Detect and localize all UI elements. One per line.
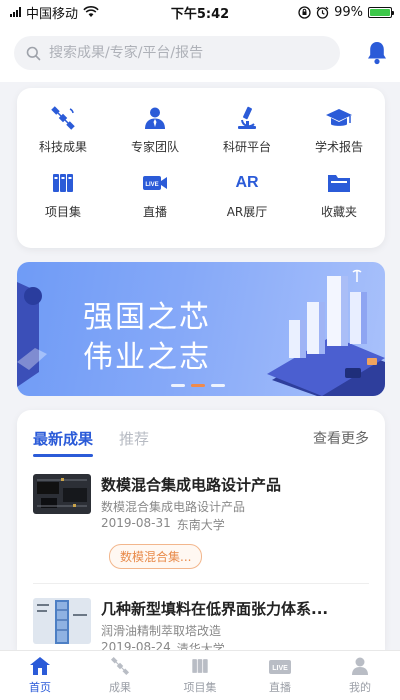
menu-item-live[interactable]: LIVE 直播 bbox=[109, 169, 201, 220]
list-item[interactable]: 数模混合集成电路设计产品 数模混合集成电路设计产品 2019-08-31 东南大… bbox=[33, 472, 369, 584]
graduation-cap-icon bbox=[325, 104, 353, 132]
alarm-icon bbox=[316, 6, 329, 19]
menu-item-label: 收藏夹 bbox=[320, 205, 357, 219]
ar-icon: AR bbox=[235, 174, 259, 191]
tabbar-label: 首页 bbox=[29, 681, 51, 694]
tabbar-label: 直播 bbox=[269, 681, 291, 694]
user-icon bbox=[352, 657, 368, 675]
status-bar: 中国移动 下午5:42 99% bbox=[0, 0, 400, 24]
list-item[interactable]: 几种新型填料在低界面张力体系... 润滑油精制萃取塔改造 2019-08-24 … bbox=[33, 596, 369, 650]
search-icon bbox=[26, 46, 41, 60]
expert-icon bbox=[141, 104, 169, 132]
tabbar-item-projects[interactable]: 项目集 bbox=[160, 651, 240, 700]
signal-icon bbox=[10, 7, 21, 17]
item-meta: 2019-08-31 东南大学 bbox=[101, 516, 225, 533]
tabbar-item-home[interactable]: 首页 bbox=[0, 651, 80, 700]
battery-icon bbox=[368, 6, 394, 18]
banner-line-1: 强国之芯 bbox=[83, 300, 211, 335]
orientation-lock-icon bbox=[298, 5, 311, 19]
item-meta: 2019-08-24 清华大学 bbox=[101, 640, 225, 650]
item-title: 数模混合集成电路设计产品 bbox=[101, 476, 282, 494]
search-input[interactable] bbox=[49, 45, 329, 61]
tabbar-label: 项目集 bbox=[183, 681, 217, 694]
item-tag[interactable]: 数模混合集... bbox=[109, 544, 203, 569]
tabbar-item-live[interactable]: LIVE 直播 bbox=[240, 651, 320, 700]
menu-item-label: 直播 bbox=[142, 205, 167, 219]
svg-text:LIVE: LIVE bbox=[145, 182, 158, 188]
item-subtitle: 数模混合集成电路设计产品 bbox=[101, 500, 246, 514]
carousel-dot[interactable] bbox=[211, 384, 225, 387]
binders-icon bbox=[192, 659, 208, 673]
menu-item-label: 项目集 bbox=[44, 205, 81, 219]
header bbox=[0, 24, 400, 82]
banner-line-2: 伟业之志 bbox=[83, 340, 211, 375]
carousel-indicator bbox=[171, 384, 225, 387]
item-subtitle: 润滑油精制萃取塔改造 bbox=[101, 624, 222, 638]
wifi-icon bbox=[83, 6, 99, 17]
tabbar-label: 我的 bbox=[349, 681, 371, 694]
menu-item-favorites[interactable]: 收藏夹 bbox=[293, 169, 385, 220]
live-camera-icon: LIVE bbox=[141, 169, 169, 197]
tabbar-label: 成果 bbox=[109, 681, 131, 694]
folder-icon bbox=[325, 169, 353, 197]
microscope-icon bbox=[233, 104, 261, 132]
menu-item-ar-hall[interactable]: AR AR展厅 bbox=[201, 169, 293, 220]
menu-item-label: 科研平台 bbox=[222, 140, 271, 154]
carousel-dot[interactable] bbox=[171, 384, 185, 387]
svg-text:LIVE: LIVE bbox=[272, 665, 288, 672]
tab-latest-results[interactable]: 最新成果 bbox=[33, 428, 94, 457]
search-bar[interactable] bbox=[14, 36, 340, 70]
satellite-icon bbox=[49, 104, 77, 132]
tab-recommended[interactable]: 推荐 bbox=[119, 428, 149, 457]
menu-item-project-collection[interactable]: 项目集 bbox=[17, 169, 109, 220]
home-icon bbox=[30, 657, 50, 675]
menu-item-expert-team[interactable]: 专家团队 bbox=[109, 104, 201, 155]
menu-item-label: 专家团队 bbox=[130, 140, 179, 154]
results-feed-card: 最新成果 推荐 查看更多 数模混合集成电路设计产品 数模混合集成电路设计产品 2… bbox=[17, 410, 385, 650]
menu-item-label: 科技成果 bbox=[38, 140, 87, 154]
item-date: 2019-08-31 bbox=[101, 516, 171, 530]
menu-item-label: AR展厅 bbox=[226, 205, 268, 219]
item-org: 清华大学 bbox=[176, 642, 225, 650]
item-org: 东南大学 bbox=[176, 518, 225, 532]
satellite-icon bbox=[110, 656, 130, 676]
item-thumbnail bbox=[33, 474, 91, 514]
quick-menu-grid: 科技成果 专家团队 科研平台 学术报告 项目集 LIVE 直播 AR AR展厅 … bbox=[17, 104, 385, 220]
live-icon: LIVE bbox=[269, 660, 291, 674]
menu-item-label: 学术报告 bbox=[314, 140, 363, 154]
bell-icon[interactable] bbox=[365, 40, 389, 66]
binders-icon bbox=[49, 169, 77, 197]
battery-percent: 99% bbox=[334, 4, 363, 20]
menu-item-academic-reports[interactable]: 学术报告 bbox=[293, 104, 385, 155]
item-title: 几种新型填料在低界面张力体系... bbox=[101, 600, 329, 618]
promo-banner[interactable]: 强国之芯 伟业之志 bbox=[17, 262, 385, 396]
menu-item-tech-results[interactable]: 科技成果 bbox=[17, 104, 109, 155]
bottom-tab-bar: 首页 成果 项目集 LIVE 直播 我的 bbox=[0, 650, 400, 700]
item-thumbnail bbox=[33, 598, 91, 644]
carrier-name: 中国移动 bbox=[26, 6, 79, 22]
item-date: 2019-08-24 bbox=[101, 640, 171, 650]
tabbar-item-mine[interactable]: 我的 bbox=[320, 651, 400, 700]
quick-menu-card: 科技成果 专家团队 科研平台 学术报告 项目集 LIVE 直播 AR AR展厅 … bbox=[17, 88, 385, 248]
tabbar-item-results[interactable]: 成果 bbox=[80, 651, 160, 700]
menu-item-research-platform[interactable]: 科研平台 bbox=[201, 104, 293, 155]
view-more-link[interactable]: 查看更多 bbox=[313, 428, 369, 448]
carousel-dot-active[interactable] bbox=[191, 384, 205, 387]
feed-tabs: 最新成果 推荐 bbox=[33, 428, 149, 457]
